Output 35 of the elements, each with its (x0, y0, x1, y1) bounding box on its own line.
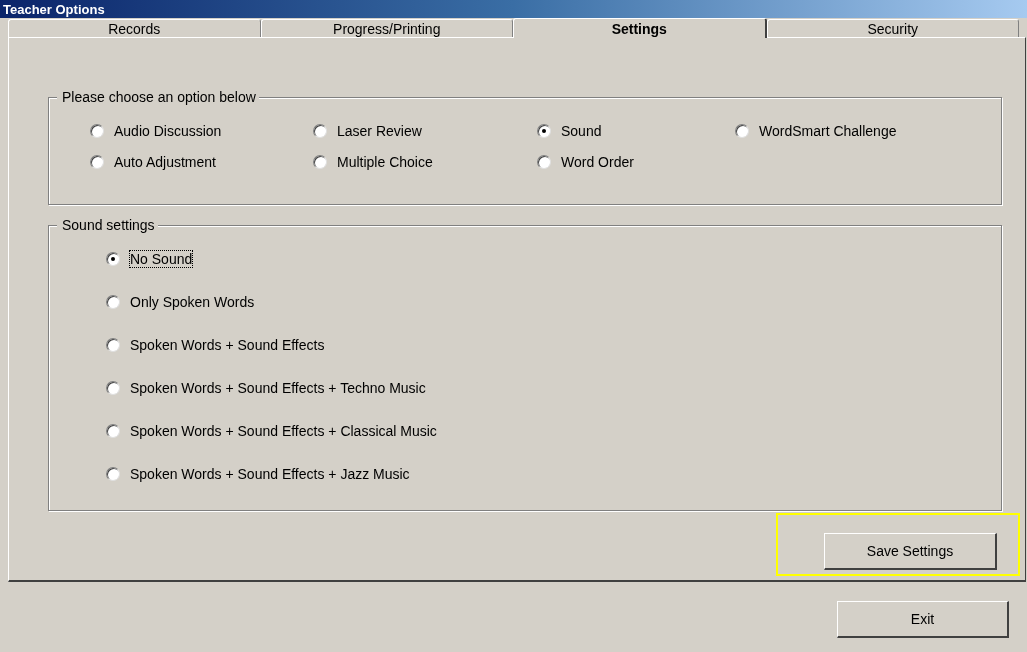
radio-label: Audio Discussion (114, 122, 222, 139)
radio-button[interactable] (106, 423, 120, 438)
radio-button[interactable] (106, 294, 120, 309)
radio-label: Spoken Words + Sound Effects + Techno Music (130, 379, 426, 396)
radio-label: Sound (561, 122, 602, 139)
radio-button[interactable] (735, 123, 749, 138)
radio-label: Laser Review (337, 122, 422, 139)
radio-label: Spoken Words + Sound Effects + Classical Music (130, 422, 437, 439)
radio-button[interactable] (313, 154, 327, 169)
radio-label: WordSmart Challenge (759, 122, 897, 139)
save-settings-button[interactable]: Save Settings (824, 533, 997, 570)
exit-button[interactable]: Exit (837, 601, 1009, 638)
radio-label: No Sound (130, 250, 193, 267)
radio-label: Spoken Words + Sound Effects (130, 336, 325, 353)
tab[interactable]: Settings (513, 18, 767, 38)
radio-button[interactable] (106, 466, 120, 481)
radio-button[interactable] (90, 154, 104, 169)
group-title: Sound settings (57, 217, 158, 234)
tab[interactable]: Security (766, 19, 1019, 37)
radio-label: Only Spoken Words (130, 293, 255, 310)
radio-button[interactable] (537, 123, 551, 138)
radio-label: Multiple Choice (337, 153, 433, 170)
radio-button[interactable] (106, 380, 120, 395)
radio-label: Auto Adjustment (114, 153, 216, 170)
radio-label: Word Order (561, 153, 634, 170)
radio-label: Spoken Words + Sound Effects + Jazz Music (130, 465, 410, 482)
radio-button[interactable] (90, 123, 104, 138)
radio-button[interactable] (106, 251, 120, 266)
window-title: Teacher Options (3, 1, 105, 17)
radio-button[interactable] (106, 337, 120, 352)
tab[interactable]: Records (8, 19, 261, 37)
tab[interactable]: Progress/Printing (260, 19, 513, 37)
group-title: Please choose an option below (57, 89, 259, 106)
radio-button[interactable] (313, 123, 327, 138)
radio-button[interactable] (537, 154, 551, 169)
